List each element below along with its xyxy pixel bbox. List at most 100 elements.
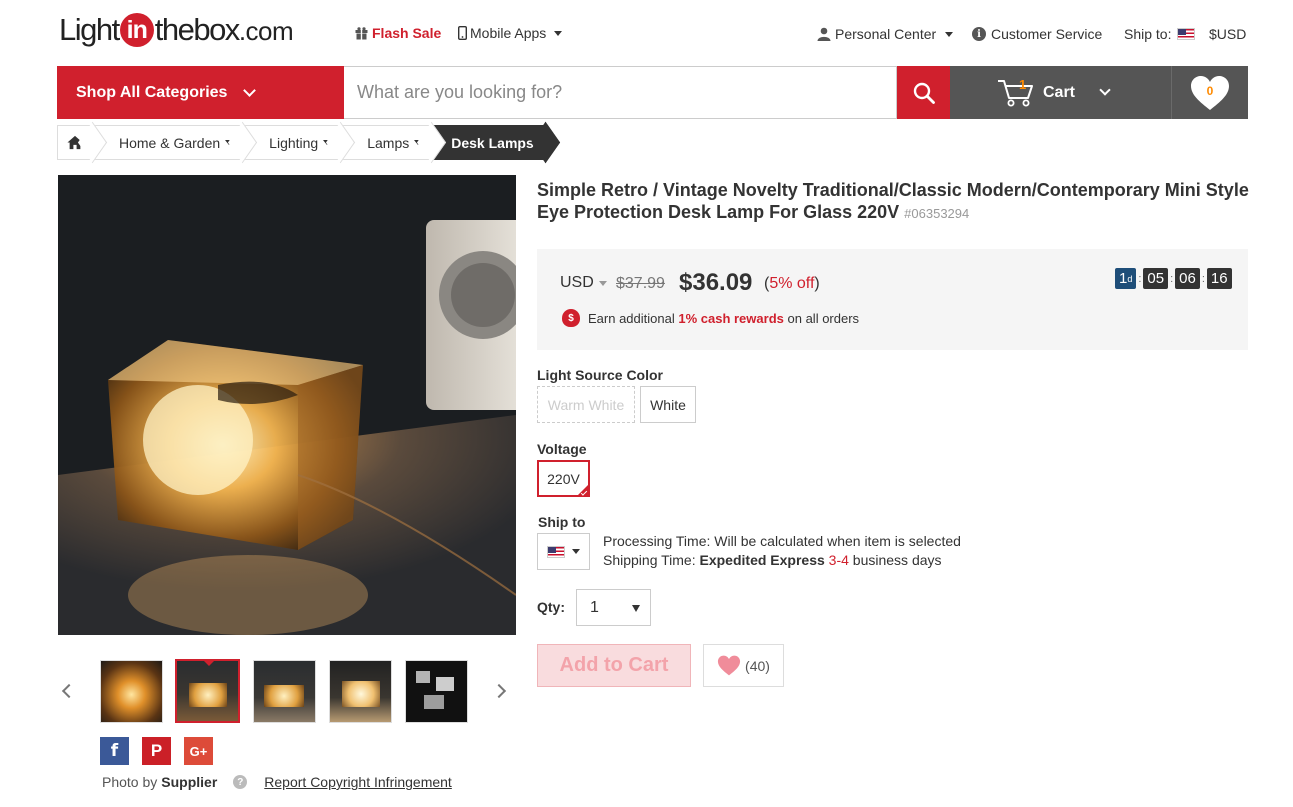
shop-all-label: Shop All Categories <box>76 83 228 101</box>
chevron-down-icon <box>243 83 257 97</box>
ship-to-label: Ship to <box>538 514 586 530</box>
timer-seconds: 16 <box>1206 268 1232 289</box>
photo-credit: Photo by Supplier ? Report Copyright Inf… <box>102 774 452 790</box>
qty-value: 1 <box>590 598 599 616</box>
breadcrumb-label: Lamps <box>367 134 410 151</box>
thumbnail-4[interactable] <box>329 659 392 723</box>
thumbnail-5[interactable] <box>405 659 468 723</box>
timer-sep: : <box>1201 272 1205 285</box>
product-title-text: Simple Retro / Vintage Novelty Tradition… <box>537 180 1249 222</box>
home-icon <box>67 135 83 150</box>
photo-by-value: Supplier <box>161 774 218 790</box>
photo-by-label: Photo by <box>102 774 158 790</box>
pinterest-icon[interactable]: P <box>142 737 171 765</box>
google-plus-icon[interactable]: G+ <box>184 737 213 765</box>
site-logo[interactable]: Light in thebox .com <box>59 12 294 48</box>
lamp-photo <box>58 175 516 635</box>
gift-icon <box>355 26 368 40</box>
option-white[interactable]: White <box>640 386 696 423</box>
currency-selector[interactable]: $USD <box>1209 26 1246 42</box>
breadcrumb-home[interactable] <box>57 125 95 160</box>
shipping-pre: Shipping Time: <box>603 552 696 568</box>
shop-all-categories-button[interactable]: Shop All Categories <box>57 66 344 119</box>
heart-icon <box>717 655 741 676</box>
wishlist-count-badge: 0 <box>1206 84 1214 98</box>
ship-to-label: Ship to: <box>1124 26 1172 42</box>
caret-down-icon <box>572 549 580 554</box>
logo-thebox: thebox <box>154 12 241 47</box>
logo-light: Light <box>59 12 120 47</box>
option-warm-white[interactable]: Warm White <box>537 386 635 423</box>
wishlist-button[interactable]: 0 <box>1171 66 1248 119</box>
breadcrumb-item-lighting[interactable]: Lighting <box>245 125 344 160</box>
shipping-post: business days <box>852 552 942 568</box>
option-220v-label: 220V <box>547 470 580 487</box>
breadcrumb-label: Lighting <box>269 134 319 151</box>
discount-close: ) <box>814 275 820 292</box>
mobile-apps-dropdown[interactable]: Mobile Apps <box>458 25 563 41</box>
mobile-phone-icon <box>458 26 467 40</box>
triangle-down-icon <box>632 605 640 612</box>
earn-text: Earn additional 1% cash rewards on all o… <box>588 311 859 326</box>
original-price: $37.99 <box>616 275 665 292</box>
breadcrumb-item-lamps[interactable]: Lamps <box>343 125 435 160</box>
option-220v[interactable]: 220V <box>537 460 590 497</box>
discount-label: (5% off) <box>764 275 820 293</box>
favorite-button[interactable]: (40) <box>703 644 784 687</box>
currency-dropdown[interactable]: USD <box>560 274 607 292</box>
voltage-label: Voltage <box>537 441 587 457</box>
thumbnail-2[interactable] <box>175 659 240 723</box>
add-to-cart-button[interactable]: Add to Cart <box>537 644 691 687</box>
cash-rewards-note: $ Earn additional 1% cash rewards on all… <box>562 309 859 327</box>
breadcrumb-label: Home & Garden <box>119 134 221 151</box>
cart-button[interactable]: 1 Cart <box>950 66 1171 119</box>
quantity-select[interactable]: 1 <box>576 589 651 626</box>
help-icon[interactable]: ? <box>233 775 248 789</box>
personal-center-label: Personal Center <box>835 26 937 42</box>
processing-time: Processing Time: Will be calculated when… <box>603 533 961 549</box>
customer-service-link[interactable]: i Customer Service <box>972 26 1102 42</box>
customer-service-label: Customer Service <box>991 26 1103 42</box>
ship-country-select[interactable] <box>537 533 590 570</box>
top-header: Light in thebox .com Flash Sale Mobile A… <box>0 0 1293 66</box>
report-copyright-link[interactable]: Report Copyright Infringement <box>264 774 452 790</box>
search-icon <box>913 82 935 104</box>
flash-sale-link[interactable]: Flash Sale <box>355 25 441 41</box>
earn-post: on all orders <box>787 310 860 326</box>
thumbnail-1[interactable] <box>100 659 163 723</box>
price-box: USD $37.99 $36.09 (5% off) 1d : 05 : 06 … <box>537 249 1248 350</box>
breadcrumb-item-desk-lamps[interactable]: Desk Lamps <box>434 125 548 160</box>
timer-days: 1d <box>1115 268 1137 289</box>
earn-pre: Earn additional <box>588 310 675 326</box>
product-main-image[interactable] <box>58 175 516 635</box>
personal-center-dropdown[interactable]: Personal Center <box>817 26 954 42</box>
product-sku: #06353294 <box>904 206 970 221</box>
breadcrumb-active-label: Desk Lamps <box>451 134 534 151</box>
discount-value: 5% off <box>769 275 815 292</box>
current-price: $36.09 <box>679 269 753 296</box>
logo-tld: .com <box>238 16 294 46</box>
ship-to-selector[interactable]: Ship to: <box>1124 26 1196 42</box>
cart-count-badge: 1 <box>1019 77 1027 92</box>
mobile-apps-label: Mobile Apps <box>470 25 547 41</box>
thumbnail-strip <box>61 659 507 723</box>
facebook-icon[interactable]: f <box>100 737 129 765</box>
shipping-days: 3-4 <box>828 552 849 568</box>
breadcrumb-item-home-garden[interactable]: Home & Garden <box>95 125 246 160</box>
shipping-method: Expedited Express <box>699 552 825 568</box>
thumbnail-3[interactable] <box>253 659 316 723</box>
chevron-right-icon[interactable] <box>491 683 507 699</box>
timer-hours: 05 <box>1143 268 1169 289</box>
info-icon: i <box>972 27 986 41</box>
search-input[interactable] <box>344 67 896 118</box>
chevron-left-icon[interactable] <box>61 683 77 699</box>
currency-label: USD <box>560 274 594 291</box>
logo-in: in <box>119 13 154 47</box>
search-box <box>344 66 897 119</box>
earn-highlight: 1% cash rewards <box>678 310 784 326</box>
timer-sep: : <box>1170 272 1174 285</box>
search-button[interactable] <box>897 66 950 119</box>
flash-sale-label: Flash Sale <box>372 25 442 41</box>
product-title: Simple Retro / Vintage Novelty Tradition… <box>537 179 1252 225</box>
timer-days-unit: d <box>1127 273 1133 284</box>
